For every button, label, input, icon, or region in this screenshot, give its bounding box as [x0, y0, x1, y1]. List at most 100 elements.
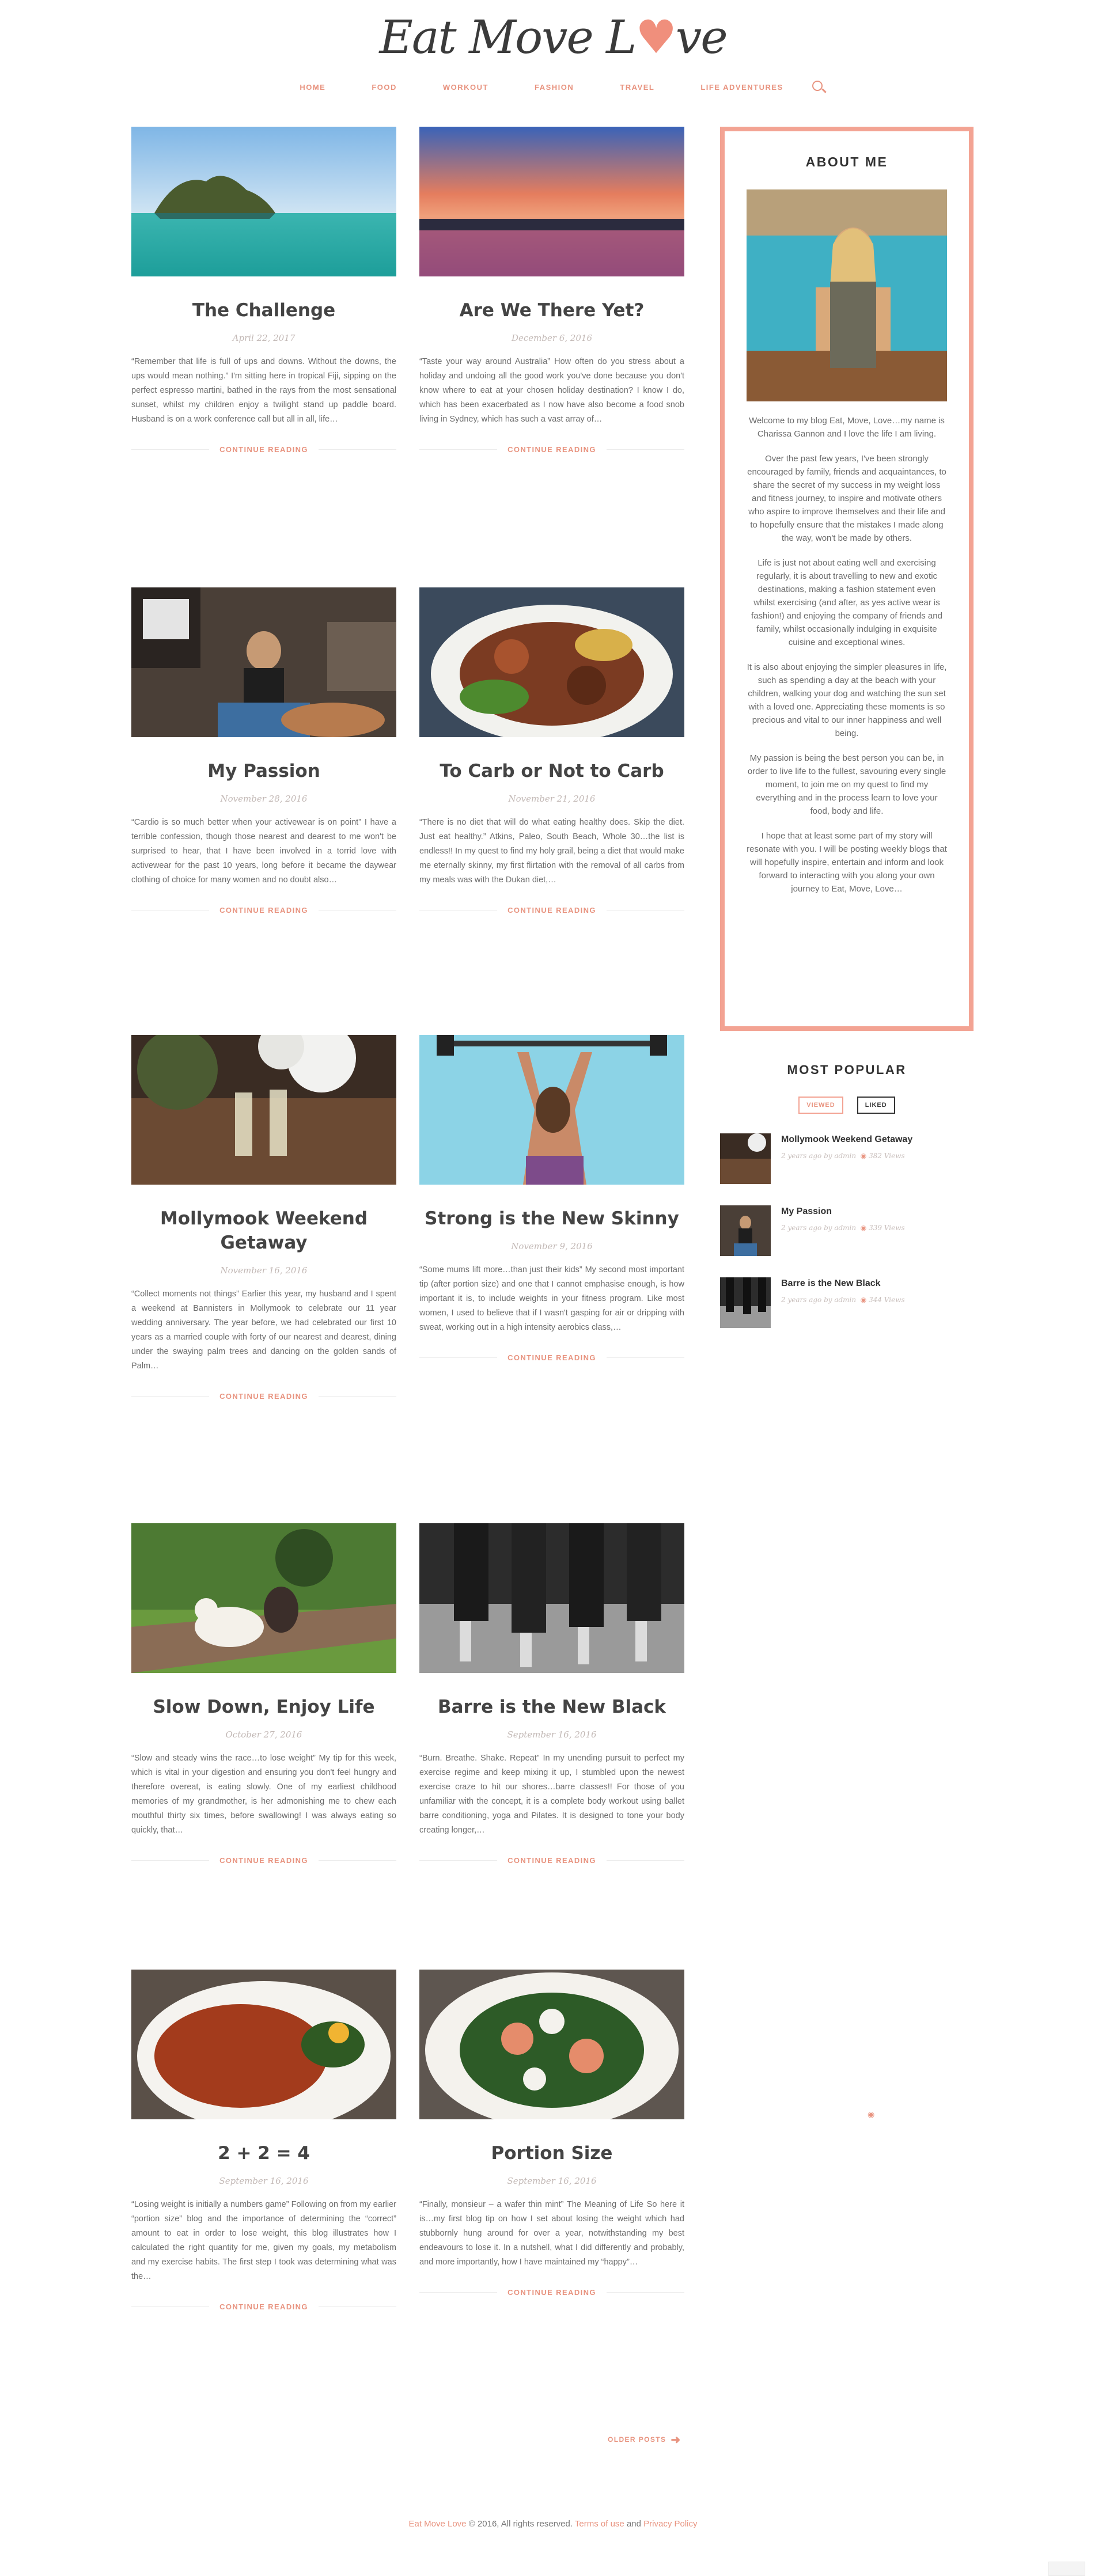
search-icon[interactable]: [806, 79, 830, 97]
about-widget: ABOUT ME Welcome to my blog Eat, Move, L…: [720, 127, 974, 1031]
terms-link[interactable]: Terms of use: [575, 2519, 624, 2529]
post-title[interactable]: To Carb or Not to Carb: [419, 759, 684, 783]
post-thumbnail[interactable]: [131, 127, 396, 276]
continue-reading-link[interactable]: CONTINUE READING: [507, 906, 596, 915]
popular-item-views: 382 Views: [869, 1152, 905, 1160]
arrow-right-icon: ➜: [671, 2434, 681, 2446]
post-card: To Carb or Not to Carb November 21, 2016…: [419, 587, 685, 915]
about-paragraph: My passion is being the best person you …: [747, 753, 946, 816]
logo-text-end: ve: [676, 10, 728, 64]
post-excerpt: “Collect moments not things” Earlier thi…: [131, 1289, 396, 1371]
post-card: Mollymook Weekend Getaway November 16, 2…: [131, 1035, 397, 1401]
post-excerpt: “Some mums lift more…than just their kid…: [419, 1265, 684, 1332]
tab-viewed[interactable]: VIEWED: [798, 1097, 843, 1114]
post-thumbnail[interactable]: [419, 127, 684, 276]
post-date: April 22, 2017: [232, 333, 296, 343]
post-date: December 6, 2016: [511, 333, 593, 343]
eye-icon: ◉: [860, 1224, 867, 1232]
nav-travel[interactable]: TRAVEL: [597, 83, 677, 97]
popular-item-title[interactable]: Mollymook Weekend Getaway: [781, 1133, 912, 1146]
popular-item[interactable]: My Passion 2 years ago by admin ◉ 339 Vi…: [720, 1205, 974, 1258]
footer-brand-link[interactable]: Eat Move Love: [408, 2519, 466, 2529]
post-excerpt: “Losing weight is initially a numbers ga…: [131, 2200, 396, 2281]
post-title[interactable]: Portion Size: [419, 2141, 684, 2165]
post-title[interactable]: 2 + 2 = 4: [131, 2141, 396, 2165]
continue-reading-link[interactable]: CONTINUE READING: [219, 2302, 308, 2311]
popular-tabs: VIEWED LIKED: [720, 1097, 974, 1114]
about-heading: ABOUT ME: [805, 154, 888, 169]
nav-life-adventures[interactable]: LIFE ADVENTURES: [677, 83, 806, 97]
post-excerpt: “There is no diet that will do what eati…: [419, 818, 684, 885]
post-date: November 21, 2016: [508, 794, 596, 804]
post-thumbnail[interactable]: [131, 1035, 396, 1185]
older-posts-link[interactable]: OLDER POSTS ➜: [608, 2433, 681, 2447]
tab-liked[interactable]: LIKED: [857, 1097, 895, 1114]
post-card: Slow Down, Enjoy Life October 27, 2016 “…: [131, 1523, 397, 1865]
post-title[interactable]: Barre is the New Black: [419, 1695, 684, 1719]
about-paragraph: Over the past few years, I've been stron…: [747, 454, 946, 543]
post-card: 2 + 2 = 4 September 16, 2016 “Losing wei…: [131, 1970, 397, 2311]
nav-food[interactable]: FOOD: [349, 83, 420, 97]
post-date: November 28, 2016: [220, 794, 308, 804]
post-date: November 9, 2016: [511, 1241, 593, 1251]
post-excerpt: “Slow and steady wins the race…to lose w…: [131, 1754, 396, 1835]
nav-fashion[interactable]: FASHION: [512, 83, 597, 97]
continue-reading-link[interactable]: CONTINUE READING: [507, 1856, 596, 1865]
post-excerpt: “Remember that life is full of ups and d…: [131, 357, 396, 424]
post-title[interactable]: Slow Down, Enjoy Life: [131, 1695, 396, 1719]
popular-item[interactable]: Barre is the New Black 2 years ago by ad…: [720, 1277, 974, 1330]
post-thumbnail[interactable]: [131, 587, 396, 737]
popular-thumbnail[interactable]: [720, 1277, 771, 1328]
post-thumbnail[interactable]: [419, 1970, 684, 2119]
post-date: September 16, 2016: [507, 2176, 597, 2186]
popular-thumbnail[interactable]: [720, 1205, 771, 1256]
post-date: September 16, 2016: [219, 2176, 309, 2186]
continue-reading-link[interactable]: CONTINUE READING: [219, 906, 308, 915]
eye-icon: ◉: [860, 1152, 867, 1160]
popular-item-views: 339 Views: [869, 1224, 905, 1232]
post-excerpt: “Burn. Breathe. Shake. Repeat” In my une…: [419, 1754, 684, 1835]
site-footer: Eat Move Love © 2016, All rights reserve…: [0, 2519, 1106, 2529]
continue-reading-link[interactable]: CONTINUE READING: [219, 445, 308, 454]
post-card: Portion Size September 16, 2016 “Finally…: [419, 1970, 685, 2297]
post-thumbnail[interactable]: [419, 587, 684, 737]
post-title[interactable]: Are We There Yet?: [419, 298, 684, 323]
post-card: Strong is the New Skinny November 9, 201…: [419, 1035, 685, 1362]
post-thumbnail[interactable]: [131, 1970, 396, 2119]
post-date: October 27, 2016: [225, 1729, 302, 1740]
post-title[interactable]: My Passion: [131, 759, 396, 783]
post-thumbnail[interactable]: [419, 1035, 684, 1185]
about-paragraph: Welcome to my blog Eat, Move, Love…my na…: [749, 416, 945, 439]
continue-reading-link[interactable]: CONTINUE READING: [507, 2288, 596, 2297]
post-title[interactable]: Strong is the New Skinny: [419, 1207, 684, 1231]
popular-item-title[interactable]: My Passion: [781, 1205, 905, 1218]
logo-text-start: Eat Move L: [379, 10, 637, 64]
nav-workout[interactable]: WORKOUT: [420, 83, 512, 97]
post-thumbnail[interactable]: [419, 1523, 684, 1673]
post-date: November 16, 2016: [220, 1265, 308, 1276]
site-logo[interactable]: Eat Move L♥ve: [0, 10, 1106, 64]
continue-reading-link[interactable]: CONTINUE READING: [219, 1392, 308, 1401]
footer-and: and: [624, 2519, 644, 2529]
heart-icon: ♥: [635, 10, 677, 64]
scroll-to-top-button[interactable]: [1048, 2562, 1085, 2576]
post-excerpt: “Cardio is so much better when your acti…: [131, 818, 396, 885]
about-photo: [747, 189, 947, 401]
post-card: The Challenge April 22, 2017 “Remember t…: [131, 127, 397, 454]
eye-icon: ◉: [860, 1296, 867, 1304]
privacy-link[interactable]: Privacy Policy: [643, 2519, 697, 2529]
popular-item-views: 344 Views: [869, 1296, 905, 1304]
continue-reading-link[interactable]: CONTINUE READING: [507, 445, 596, 454]
popular-item[interactable]: Mollymook Weekend Getaway 2 years ago by…: [720, 1133, 974, 1186]
footer-copyright: © 2016, All rights reserved.: [466, 2519, 575, 2529]
popular-item-title[interactable]: Barre is the New Black: [781, 1277, 905, 1290]
older-posts-label: OLDER POSTS: [608, 2435, 666, 2444]
post-title[interactable]: Mollymook Weekend Getaway: [131, 1207, 396, 1255]
continue-reading-link[interactable]: CONTINUE READING: [507, 1353, 596, 1362]
post-thumbnail[interactable]: [131, 1523, 396, 1673]
nav-home[interactable]: HOME: [276, 83, 349, 97]
main-nav: HOME FOOD WORKOUT FASHION TRAVEL LIFE AD…: [0, 81, 1106, 97]
popular-thumbnail[interactable]: [720, 1133, 771, 1184]
post-title[interactable]: The Challenge: [131, 298, 396, 323]
continue-reading-link[interactable]: CONTINUE READING: [219, 1856, 308, 1865]
